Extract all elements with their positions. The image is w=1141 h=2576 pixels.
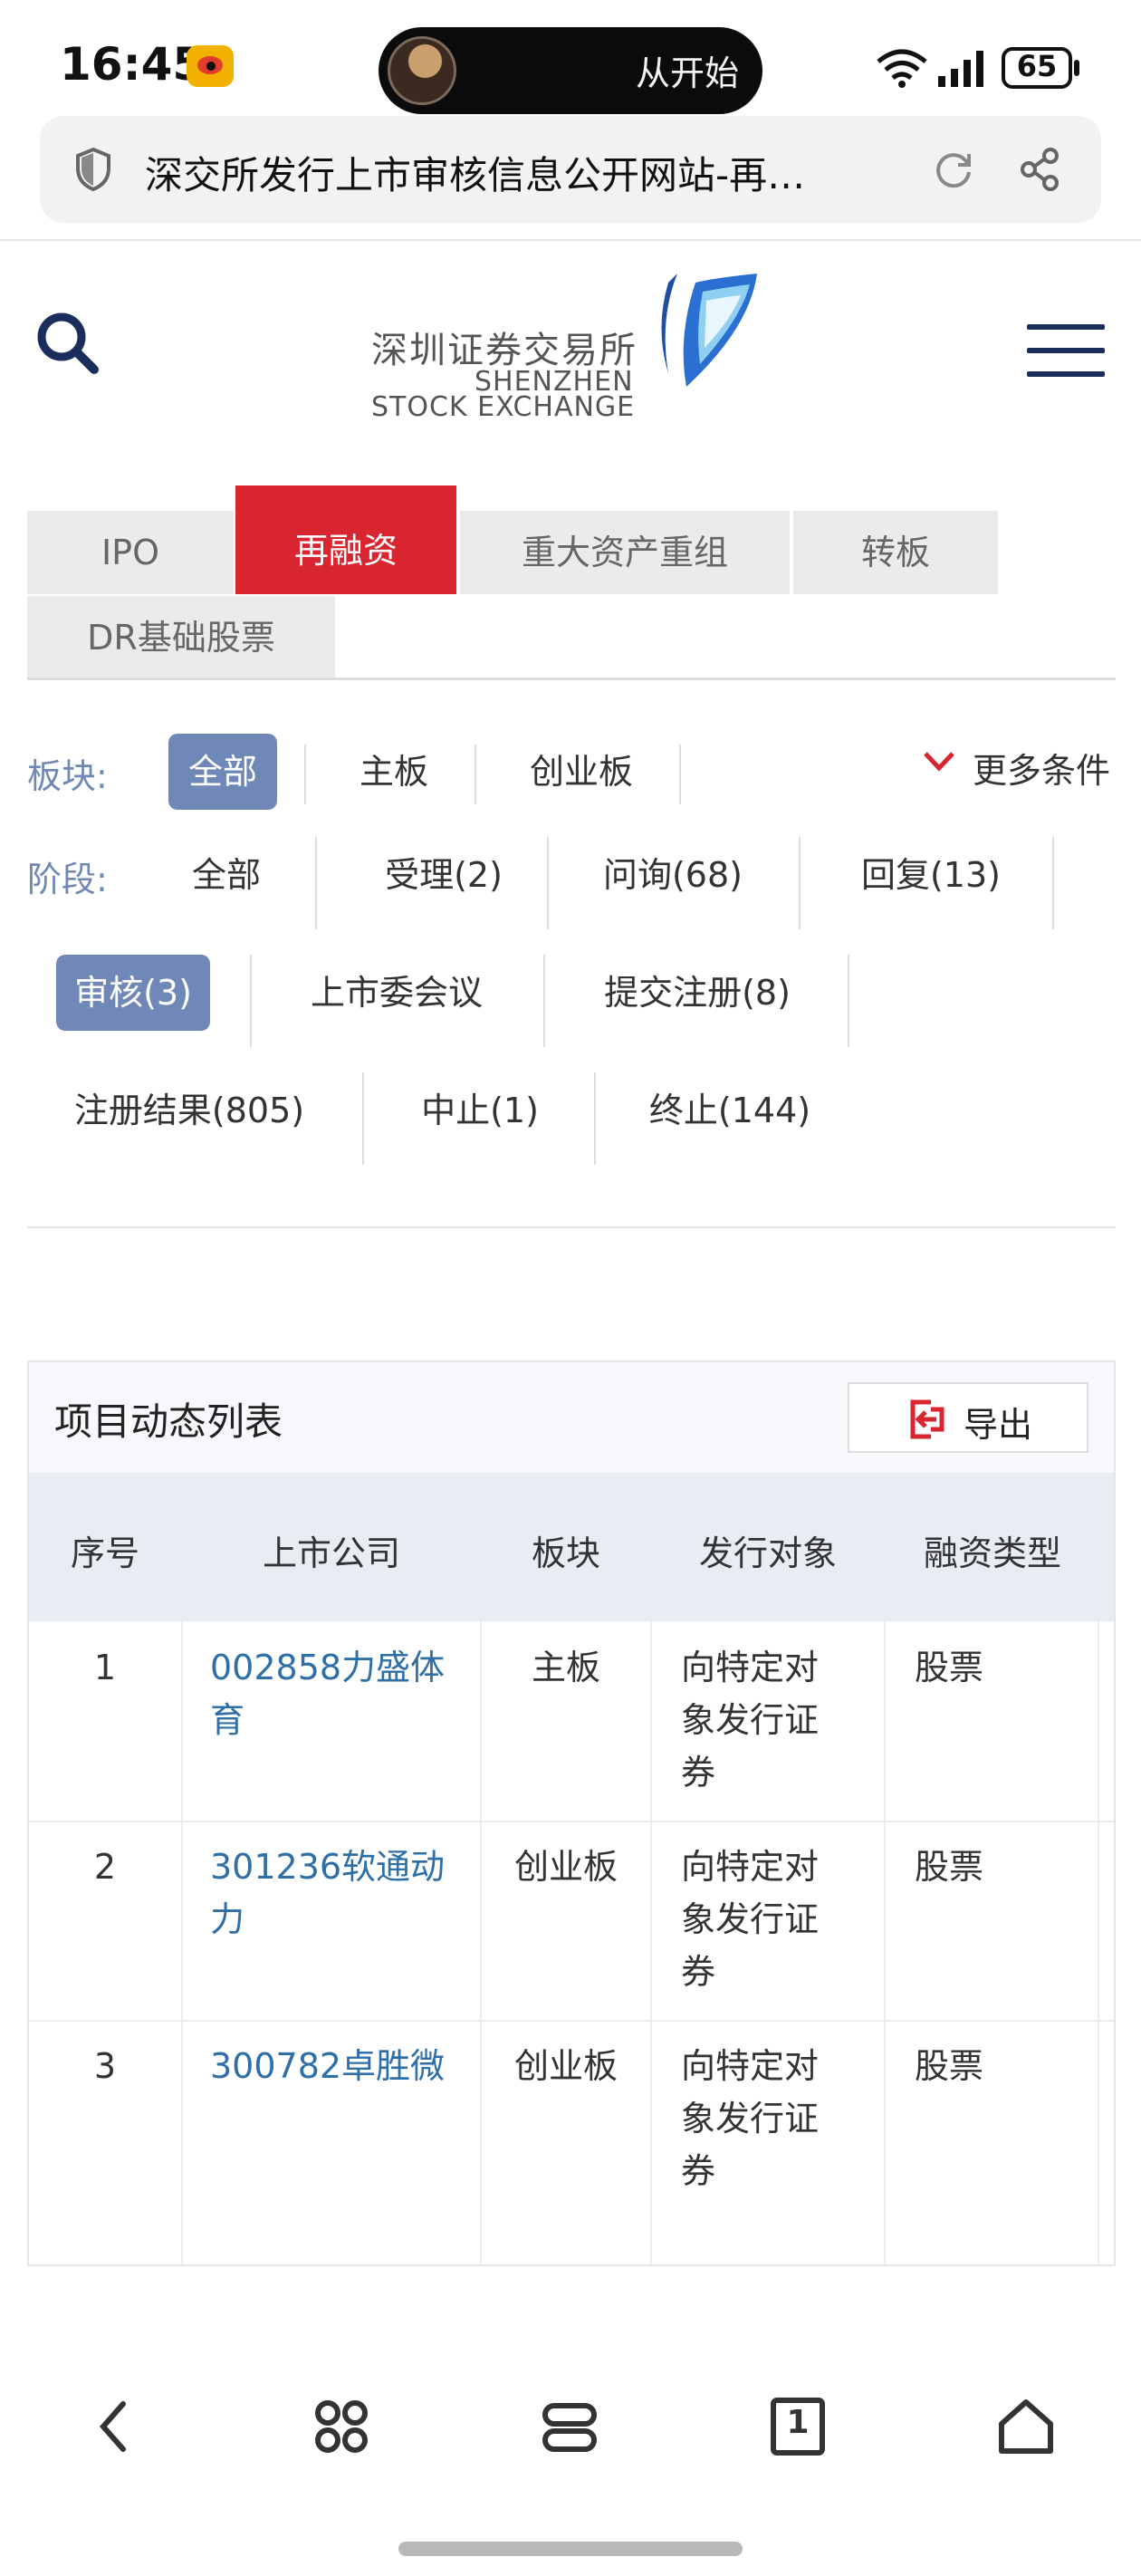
stage-chip-registration-result[interactable]: 注册结果(805): [67, 1072, 312, 1149]
share-icon[interactable]: [1018, 147, 1063, 192]
divider: [27, 1226, 1116, 1228]
stage-chip-submit-registration[interactable]: 提交注册(8): [590, 955, 804, 1031]
col-header-target: 发行对象: [698, 1533, 837, 1573]
col-header-type: 融资类型: [923, 1533, 1061, 1573]
company-link[interactable]: 301236软通动: [210, 1841, 445, 1893]
cell-target: 象发行证: [681, 1899, 820, 1939]
back-icon[interactable]: [83, 2395, 147, 2458]
logo-mark-icon: [661, 274, 757, 387]
company-link[interactable]: 力: [210, 1893, 244, 1946]
cell-target: 向特定对: [681, 2046, 820, 2086]
col-header-no: 序号: [70, 1533, 139, 1573]
wifi-icon: [877, 49, 927, 88]
shield-icon[interactable]: [74, 147, 112, 192]
tabs-overview-icon[interactable]: [538, 2395, 601, 2458]
address-bar[interactable]: 深交所发行上市审核信息公开网站-再…: [40, 116, 1101, 223]
cell-type: 股票: [915, 1847, 984, 1887]
stage-chip-listing-committee[interactable]: 上市委会议: [297, 955, 496, 1031]
divider: [0, 239, 1141, 241]
url-title[interactable]: 深交所发行上市审核信息公开网站-再…: [145, 145, 924, 200]
cell-no: 2: [93, 1847, 117, 1887]
weibo-icon: [187, 45, 234, 87]
tab-dr-stock[interactable]: DR基础股票: [27, 596, 335, 679]
cell-target: 象发行证: [681, 2099, 820, 2139]
company-link[interactable]: 002858力盛体: [210, 1641, 445, 1694]
cell-board: 创业板: [513, 1847, 618, 1887]
export-button[interactable]: 导出: [848, 1382, 1088, 1453]
reload-icon[interactable]: [931, 147, 976, 192]
more-conditions-button[interactable]: 更多条件: [973, 743, 1110, 793]
cell-target: 象发行证: [681, 1700, 820, 1740]
cell-target: 券: [681, 1753, 716, 1793]
cell-no: 1: [93, 1648, 117, 1687]
cell-type: 股票: [915, 2046, 984, 2086]
tab-major-restructuring[interactable]: 重大资产重组: [460, 511, 790, 594]
cell-no: 3: [93, 2046, 117, 2086]
tab-count-icon[interactable]: 1: [766, 2395, 829, 2458]
board-chip-all[interactable]: 全部: [168, 734, 277, 810]
stage-chip-reply[interactable]: 回复(13): [842, 837, 1020, 913]
divider: [27, 678, 1116, 680]
board-chip-chinext[interactable]: 创业板: [507, 734, 656, 810]
company-link[interactable]: 育: [210, 1694, 244, 1746]
panel-title: 项目动态列表: [54, 1399, 283, 1444]
col-header-company: 上市公司: [262, 1533, 400, 1573]
export-icon: [910, 1399, 944, 1439]
status-time: 16:45: [60, 38, 205, 91]
board-label: 板块:: [27, 756, 108, 796]
tab-refinancing[interactable]: 再融资: [235, 485, 456, 594]
col-header-board: 板块: [531, 1533, 600, 1573]
cell-board: 主板: [531, 1648, 600, 1687]
tab-board-transfer[interactable]: 转板: [793, 511, 998, 594]
chevron-down-icon[interactable]: [922, 748, 956, 775]
dynamic-island[interactable]: 从开始: [379, 27, 762, 114]
menu-icon[interactable]: [1027, 324, 1105, 379]
island-text: 从开始: [635, 53, 739, 93]
board-chip-main[interactable]: 主板: [335, 734, 453, 810]
apps-icon[interactable]: [310, 2395, 373, 2458]
stage-chip-all[interactable]: 全部: [172, 837, 281, 913]
company-link[interactable]: 300782卓胜微: [210, 2040, 445, 2092]
cell-target: 向特定对: [681, 1847, 820, 1887]
avatar: [388, 36, 456, 105]
stage-label: 阶段:: [27, 860, 108, 899]
stage-chip-review[interactable]: 审核(3): [56, 955, 210, 1031]
cell-target: 向特定对: [681, 1648, 820, 1687]
tab-ipo[interactable]: IPO: [27, 511, 234, 594]
szse-logo[interactable]: 深圳证券交易所 SHENZHEN STOCK EXCHANGE: [369, 264, 759, 428]
home-indicator[interactable]: [398, 2542, 743, 2556]
cell-board: 创业板: [513, 2046, 618, 2086]
home-icon[interactable]: [994, 2395, 1058, 2458]
stage-chip-inquiry[interactable]: 问询(68): [589, 837, 757, 913]
stage-chip-accepted[interactable]: 受理(2): [353, 837, 534, 913]
search-icon[interactable]: [34, 310, 101, 377]
stage-chip-suspended[interactable]: 中止(1): [408, 1072, 552, 1149]
stage-chip-terminated[interactable]: 终止(144): [639, 1072, 820, 1149]
cell-target: 券: [681, 2151, 716, 2191]
signal-icon: [938, 51, 983, 87]
cell-type: 股票: [915, 1648, 984, 1687]
cell-target: 券: [681, 1952, 716, 1992]
battery-icon: 65: [1002, 47, 1081, 89]
